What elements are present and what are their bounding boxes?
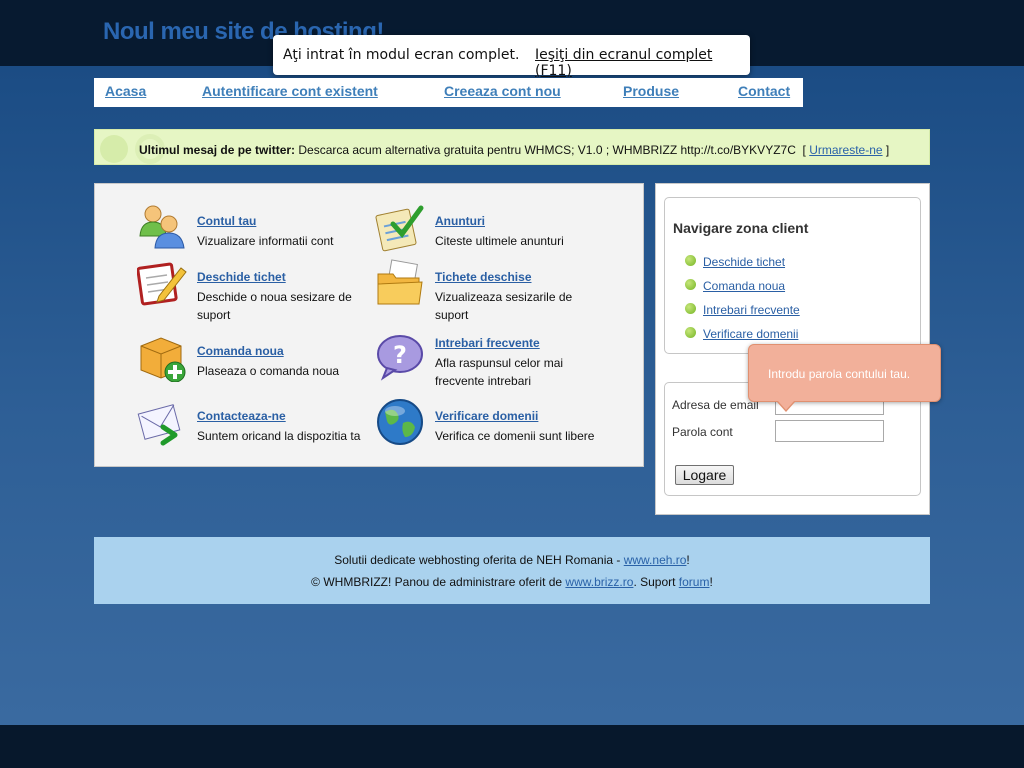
client-nav-label[interactable]: Deschide tichet [703, 255, 785, 269]
feature-desc-faq: Afla raspunsul celor mai frecvente intre… [435, 356, 564, 388]
client-nav-label[interactable]: Intrebari frecvente [703, 303, 800, 317]
neh-link[interactable]: www.neh.ro [624, 553, 687, 567]
envelope-arrow-icon [137, 404, 181, 446]
feature-new-order: Comanda noua Plaseaza o comanda noua [137, 332, 367, 392]
clipboard-check-icon [375, 205, 424, 252]
brizz-link[interactable]: www.brizz.ro [565, 575, 633, 589]
client-nav-heading: Navigare zona client [673, 220, 809, 236]
feature-title-open-ticket[interactable]: Deschide tichet [197, 270, 286, 284]
feature-title-account[interactable]: Contul tau [197, 214, 256, 228]
footer-line-2: © WHMBRIZZ! Panou de administrare oferit… [94, 575, 930, 589]
footer-end-1: ! [686, 553, 690, 567]
feature-open-ticket: Deschide tichet Deschide o noua sesizare… [137, 258, 367, 322]
nav-link-acasa[interactable]: Acasa [105, 83, 146, 99]
password-field[interactable] [775, 420, 884, 442]
feature-desc-domain-check: Verifica ce domenii sunt libere [435, 429, 595, 443]
fullscreen-message: Aţi intrat în modul ecran complet. [283, 47, 520, 63]
feature-desc-new-order: Plaseaza o comanda noua [197, 364, 340, 378]
email-label: Adresa de email [672, 398, 759, 412]
question-bubble-icon: ? [377, 335, 423, 381]
footer: Solutii dedicate webhosting oferita de N… [94, 537, 930, 604]
footer-text-2: © WHMBRIZZ! Panou de administrare oferit… [311, 575, 566, 589]
twitter-bar: Ultimul mesaj de pe twitter: Descarca ac… [94, 129, 930, 165]
footer-line-1: Solutii dedicate webhosting oferita de N… [94, 553, 930, 567]
bottom-bar [0, 725, 1024, 768]
nav-link-creeaza-cont[interactable]: Creeaza cont nou [444, 83, 561, 99]
features-panel: Contul tau Vizualizare informatii cont A… [94, 183, 644, 467]
fullscreen-notice: Aţi intrat în modul ecran complet. Ieşiţ… [273, 35, 750, 79]
feature-domain-check: Verificare domenii Verifica ce domenii s… [375, 397, 605, 457]
twitter-bird-icon [100, 135, 128, 163]
feature-contact: Contacteaza-ne Suntem oricand la dispozi… [137, 397, 367, 457]
feature-title-contact[interactable]: Contacteaza-ne [197, 409, 286, 423]
twitter-bracket-close: ] [882, 143, 890, 157]
feature-title-announcements[interactable]: Anunturi [435, 214, 485, 228]
feature-announcements: Anunturi Citeste ultimele anunturi [375, 202, 605, 262]
feature-title-faq[interactable]: Intrebari frecvente [435, 336, 540, 350]
password-label: Parola cont [672, 425, 733, 439]
feature-open-tickets: Tichete deschise Vizualizeaza sesizarile… [375, 258, 605, 322]
feature-desc-announcements: Citeste ultimele anunturi [435, 234, 564, 248]
nav-link-produse[interactable]: Produse [623, 83, 679, 99]
folder-icon [377, 259, 423, 305]
client-nav-label[interactable]: Comanda noua [703, 279, 785, 293]
green-bullet-icon [685, 303, 696, 314]
globe-icon [377, 399, 423, 445]
footer-mid-2: . Suport [633, 575, 679, 589]
box-add-icon [140, 337, 186, 382]
feature-title-domain-check[interactable]: Verificare domenii [435, 409, 538, 423]
feature-faq: ? Intrebari frecvente Afla raspunsul cel… [375, 324, 605, 388]
nav-link-contact[interactable]: Contact [738, 83, 790, 99]
green-bullet-icon [685, 255, 696, 266]
login-button[interactable]: Logare [675, 465, 734, 485]
svg-text:?: ? [393, 341, 407, 369]
tooltip-text: Introdu parola contului tau. [768, 367, 911, 381]
footer-end-2: ! [709, 575, 713, 589]
feature-desc-contact: Suntem oricand la dispozitia ta [197, 429, 361, 443]
nav-link-autentificare[interactable]: Autentificare cont existent [202, 83, 378, 99]
client-nav-label[interactable]: Verificare domenii [703, 327, 798, 341]
tooltip-arrow-inner [778, 401, 794, 410]
feature-account: Contul tau Vizualizare informatii cont [137, 202, 367, 262]
green-bullet-icon [685, 279, 696, 290]
feature-desc-account: Vizualizare informatii cont [197, 234, 334, 248]
footer-text-1: Solutii dedicate webhosting oferita de N… [334, 553, 624, 567]
feature-desc-open-tickets: Vizualizeaza sesizarile de suport [435, 290, 573, 322]
forum-link[interactable]: forum [679, 575, 710, 589]
feature-title-new-order[interactable]: Comanda noua [197, 344, 284, 358]
green-bullet-icon [685, 327, 696, 338]
twitter-prefix: Ultimul mesaj de pe twitter: [139, 143, 296, 157]
password-tooltip: Introdu parola contului tau. [748, 344, 941, 412]
twitter-text: Descarca acum alternativa gratuita pentr… [295, 143, 796, 157]
twitter-message: Ultimul mesaj de pe twitter: Descarca ac… [139, 143, 889, 157]
exit-fullscreen-link[interactable]: Ieşiţi din ecranul complet (F11) [535, 47, 750, 79]
edit-pencil-icon [137, 262, 187, 306]
feature-desc-open-ticket: Deschide o noua sesizare de suport [197, 290, 352, 322]
users-icon [139, 205, 185, 249]
feature-title-open-tickets[interactable]: Tichete deschise [435, 270, 532, 284]
client-nav-box: Navigare zona client Deschide tichet Com… [664, 197, 921, 354]
main-navigation: Acasa Autentificare cont existent Creeaz… [94, 78, 803, 107]
follow-us-link[interactable]: Urmareste-ne [809, 143, 882, 157]
twitter-bracket-open: [ [795, 143, 810, 157]
